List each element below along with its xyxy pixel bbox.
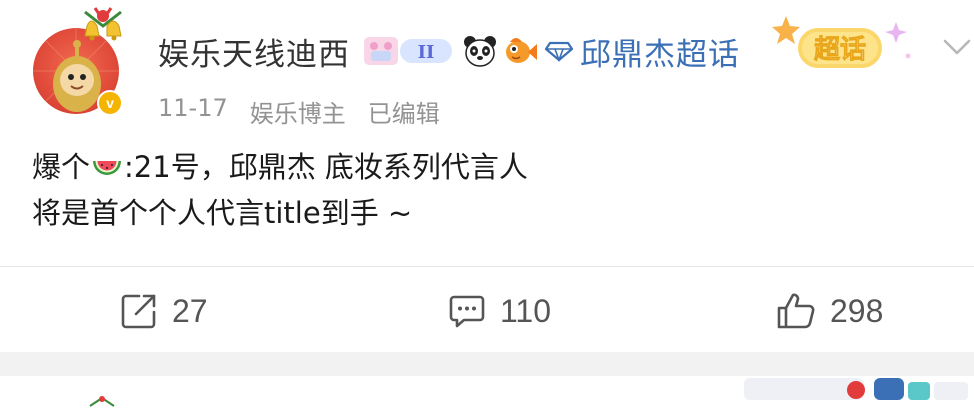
post-content: 爆个 :21号，邱鼎杰 底妆系列代言人 将是首个个人代言title到手 ~ bbox=[32, 144, 528, 236]
repost-button[interactable]: 27 bbox=[120, 286, 208, 336]
topic-link[interactable]: 邱鼎杰超话 bbox=[580, 29, 740, 74]
next-post-badges bbox=[744, 378, 968, 400]
next-avatar-decoration bbox=[89, 396, 115, 407]
badge-icon: II bbox=[364, 37, 452, 65]
watermelon-icon bbox=[93, 161, 122, 175]
comment-button[interactable]: 110 bbox=[448, 286, 551, 336]
repost-count: 27 bbox=[172, 292, 208, 329]
bell-decoration-icon bbox=[84, 7, 122, 41]
author-type: 娱乐博主 bbox=[249, 100, 346, 128]
avatar-container[interactable]: v bbox=[33, 7, 129, 116]
repost-icon bbox=[121, 294, 156, 329]
comment-count: 110 bbox=[500, 292, 552, 329]
edited-label[interactable]: 已编辑 bbox=[368, 94, 440, 129]
post-date[interactable]: 11-17 bbox=[158, 94, 228, 129]
chevron-down-icon[interactable] bbox=[942, 36, 972, 58]
content-line: 爆个 :21号，邱鼎杰 底妆系列代言人 bbox=[32, 144, 528, 190]
content-line: 将是首个个人代言title到手 ~ bbox=[32, 196, 413, 230]
post-meta: 11-17 娱乐博主 已编辑 bbox=[158, 94, 440, 129]
chaohua-badge-text: 超话 bbox=[814, 35, 866, 65]
content-line1-after: :21号，邱鼎杰 底妆系列代言人 bbox=[124, 150, 528, 184]
fish-icon bbox=[506, 38, 537, 63]
like-button[interactable]: 298 bbox=[776, 286, 883, 336]
next-post-card bbox=[0, 376, 974, 407]
content-line1-before: 爆个 bbox=[32, 150, 91, 184]
comment-icon bbox=[449, 295, 485, 328]
chaohua-badge-icon[interactable]: 超话 bbox=[768, 10, 916, 84]
like-count: 298 bbox=[830, 292, 884, 329]
post-header: 娱乐天线迪西 II 邱鼎杰超话 bbox=[158, 28, 740, 74]
panda-icon bbox=[464, 36, 496, 67]
feed-separator bbox=[0, 352, 974, 376]
divider bbox=[0, 266, 974, 267]
diamond-icon bbox=[544, 41, 574, 62]
verified-icon: v bbox=[97, 90, 123, 116]
weibo-post-card: v 娱乐天线迪西 II 邱鼎杰超话 超话 11-17 娱乐博主 已编辑 爆个:… bbox=[0, 0, 974, 352]
like-icon bbox=[777, 293, 815, 329]
username[interactable]: 娱乐天线迪西 bbox=[158, 29, 350, 74]
badge-text: II bbox=[418, 42, 435, 63]
